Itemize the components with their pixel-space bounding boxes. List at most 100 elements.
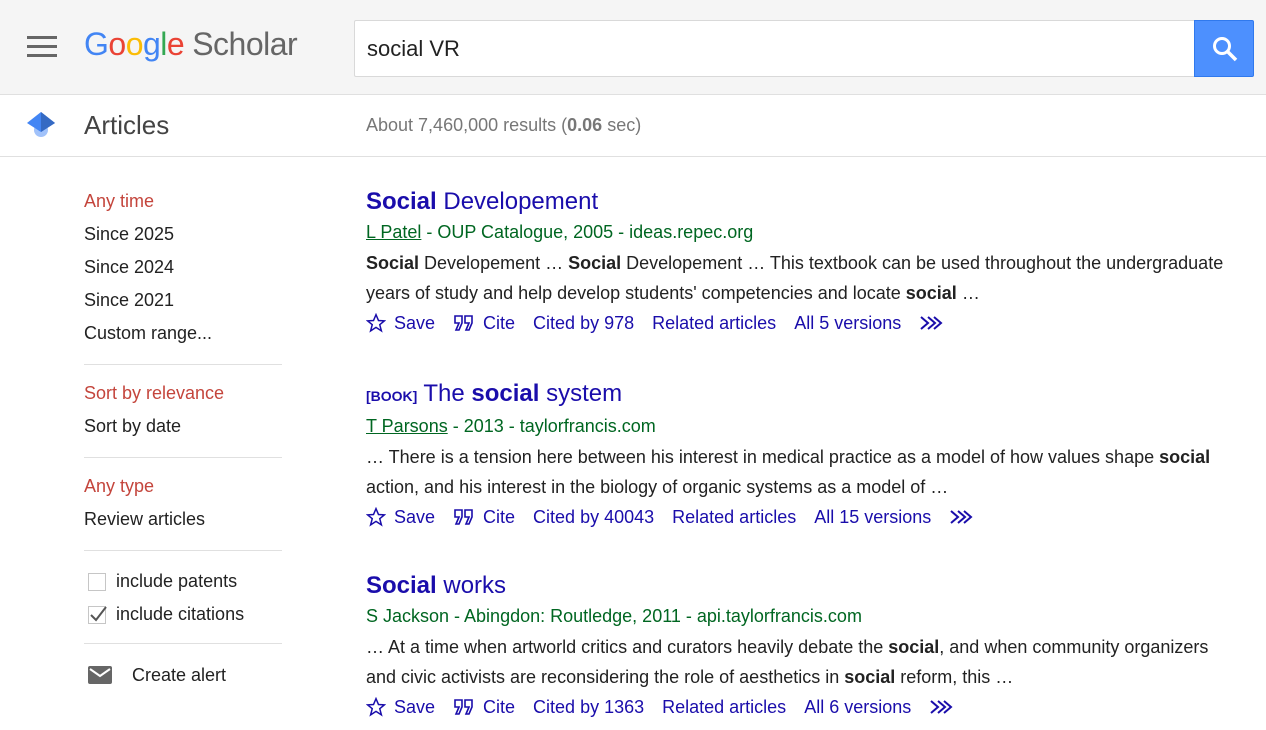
versions-link[interactable]: All 5 versions	[794, 308, 901, 338]
snippet-segment: action, and his interest in the biology …	[366, 477, 949, 497]
save-label: Save	[394, 313, 436, 333]
cite-button[interactable]: Cite	[453, 502, 515, 532]
filter-since-2025[interactable]: Since 2025	[84, 220, 282, 253]
star-icon	[366, 697, 386, 717]
include-patents-checkbox[interactable]: include patents	[84, 565, 282, 598]
more-icon[interactable]	[949, 508, 981, 526]
checkbox-unchecked[interactable]	[88, 572, 106, 591]
filter-review-articles[interactable]: Review articles	[84, 505, 282, 538]
google-scholar-logo[interactable]: Google Scholar	[84, 26, 298, 63]
related-articles-link[interactable]: Related articles	[672, 502, 796, 532]
filter-any-type[interactable]: Any type	[84, 472, 282, 505]
result-snippet: Social Developement … Social Developemen…	[366, 248, 1226, 308]
envelope-icon	[88, 666, 112, 684]
result-snippet: … There is a tension here between his in…	[366, 442, 1226, 502]
result-title[interactable]: [BOOK] The social system	[366, 379, 1226, 411]
related-articles-link[interactable]: Related articles	[652, 308, 776, 338]
subheader: Articles About 7,460,000 results (0.06 s…	[0, 95, 1266, 157]
quote-icon	[454, 315, 473, 331]
include-patents-label: include patents	[116, 571, 238, 591]
sort-by-relevance[interactable]: Sort by relevance	[84, 379, 282, 412]
star-icon	[366, 313, 386, 333]
create-alert-link[interactable]: Create alert	[84, 658, 282, 692]
filter-any-time[interactable]: Any time	[84, 187, 282, 220]
cite-button[interactable]: Cite	[453, 692, 515, 722]
title-segment: works	[436, 572, 507, 599]
author-link[interactable]: T Parsons	[366, 416, 448, 436]
cite-label: Cite	[483, 313, 516, 333]
versions-link[interactable]: All 15 versions	[814, 502, 931, 532]
cite-button[interactable]: Cite	[453, 308, 515, 338]
title-segment: system	[539, 380, 623, 407]
quote-icon	[454, 509, 473, 525]
snippet-segment: reform, this …	[895, 667, 1014, 687]
save-button[interactable]: Save	[366, 308, 435, 338]
graduation-cap-icon	[27, 112, 55, 137]
snippet-segment: social	[1159, 447, 1211, 467]
save-button[interactable]: Save	[366, 692, 435, 722]
save-label: Save	[394, 697, 436, 717]
publication-info: - OUP Catalogue, 2005 - ideas.repec.org	[421, 222, 754, 242]
snippet-segment: Social	[568, 253, 622, 273]
result-actions: Save Cite Cited by 978 Related articles All …	[366, 308, 1226, 338]
author-link[interactable]: L Patel	[366, 222, 421, 242]
logo-scholar-text: Scholar	[192, 26, 298, 62]
result-meta: S Jackson - Abingdon: Routledge, 2011 - …	[366, 601, 1226, 632]
cited-by-link[interactable]: Cited by 1363	[533, 692, 644, 722]
filter-custom-range[interactable]: Custom range...	[84, 319, 282, 352]
checkmark-icon	[90, 605, 107, 622]
snippet-segment: social	[905, 283, 957, 303]
result-title[interactable]: Social Developement	[366, 187, 1226, 217]
quote-icon	[454, 699, 473, 715]
search-result: [BOOK] The social system T Parsons - 2013 …	[366, 379, 1226, 532]
divider	[84, 643, 282, 644]
results-stats: About 7,460,000 results (0.06 sec)	[366, 115, 642, 135]
snippet-segment: Social	[366, 253, 420, 273]
versions-link[interactable]: All 6 versions	[804, 692, 911, 722]
divider	[84, 550, 282, 551]
result-title[interactable]: Social works	[366, 571, 1226, 601]
filter-since-2024[interactable]: Since 2024	[84, 253, 282, 286]
more-icon[interactable]	[929, 698, 961, 716]
result-actions: Save Cite Cited by 1363 Related articles All…	[366, 692, 1226, 722]
related-articles-link[interactable]: Related articles	[662, 692, 786, 722]
search-result: Social works S Jackson - Abingdon: Routle…	[366, 571, 1226, 722]
search-result: Social Developement L Patel - OUP Catalog…	[366, 187, 1226, 338]
snippet-segment: … There is a tension here between his in…	[366, 447, 1160, 467]
include-citations-label: include citations	[116, 604, 245, 624]
divider	[84, 457, 282, 458]
snippet-segment: Developement …	[419, 253, 569, 273]
more-icon[interactable]	[919, 314, 951, 332]
search-button[interactable]	[1194, 20, 1254, 77]
result-type-tag: [BOOK]	[366, 388, 418, 404]
filter-since-2021[interactable]: Since 2021	[84, 286, 282, 319]
snippet-segment: …	[956, 283, 980, 303]
cited-by-link[interactable]: Cited by 40043	[533, 502, 654, 532]
divider	[84, 364, 282, 365]
snippet-segment: … At a time when artworld critics and cu…	[366, 637, 889, 657]
title-segment: social	[471, 380, 540, 407]
publication-info: - 2013 - taylorfrancis.com	[447, 416, 656, 436]
result-actions: Save Cite Cited by 40043 Related articles Al…	[366, 502, 1226, 532]
save-label: Save	[394, 507, 436, 527]
checkbox-checked[interactable]	[88, 605, 107, 624]
star-icon	[366, 507, 386, 527]
sidebar: Any time Since 2025 Since 2024 Since 202…	[84, 187, 282, 692]
title-segment: Social	[366, 188, 437, 215]
menu-icon[interactable]	[27, 36, 57, 58]
search-input[interactable]	[354, 20, 1195, 77]
cited-by-link[interactable]: Cited by 978	[533, 308, 634, 338]
title-segment: Social	[366, 572, 437, 599]
result-snippet: … At a time when artworld critics and cu…	[366, 632, 1226, 692]
sort-by-date[interactable]: Sort by date	[84, 412, 282, 445]
save-button[interactable]: Save	[366, 502, 435, 532]
section-title: Articles	[84, 110, 170, 140]
snippet-segment: social	[844, 667, 896, 687]
header: Google Scholar	[0, 0, 1266, 95]
title-segment: The	[423, 380, 472, 407]
publication-info: S Jackson - Abingdon: Routledge, 2011 - …	[366, 606, 862, 626]
include-citations-checkbox[interactable]: include citations	[84, 598, 282, 631]
snippet-segment: social	[888, 637, 940, 657]
search-icon	[1213, 37, 1238, 62]
title-segment: Developement	[436, 188, 599, 215]
